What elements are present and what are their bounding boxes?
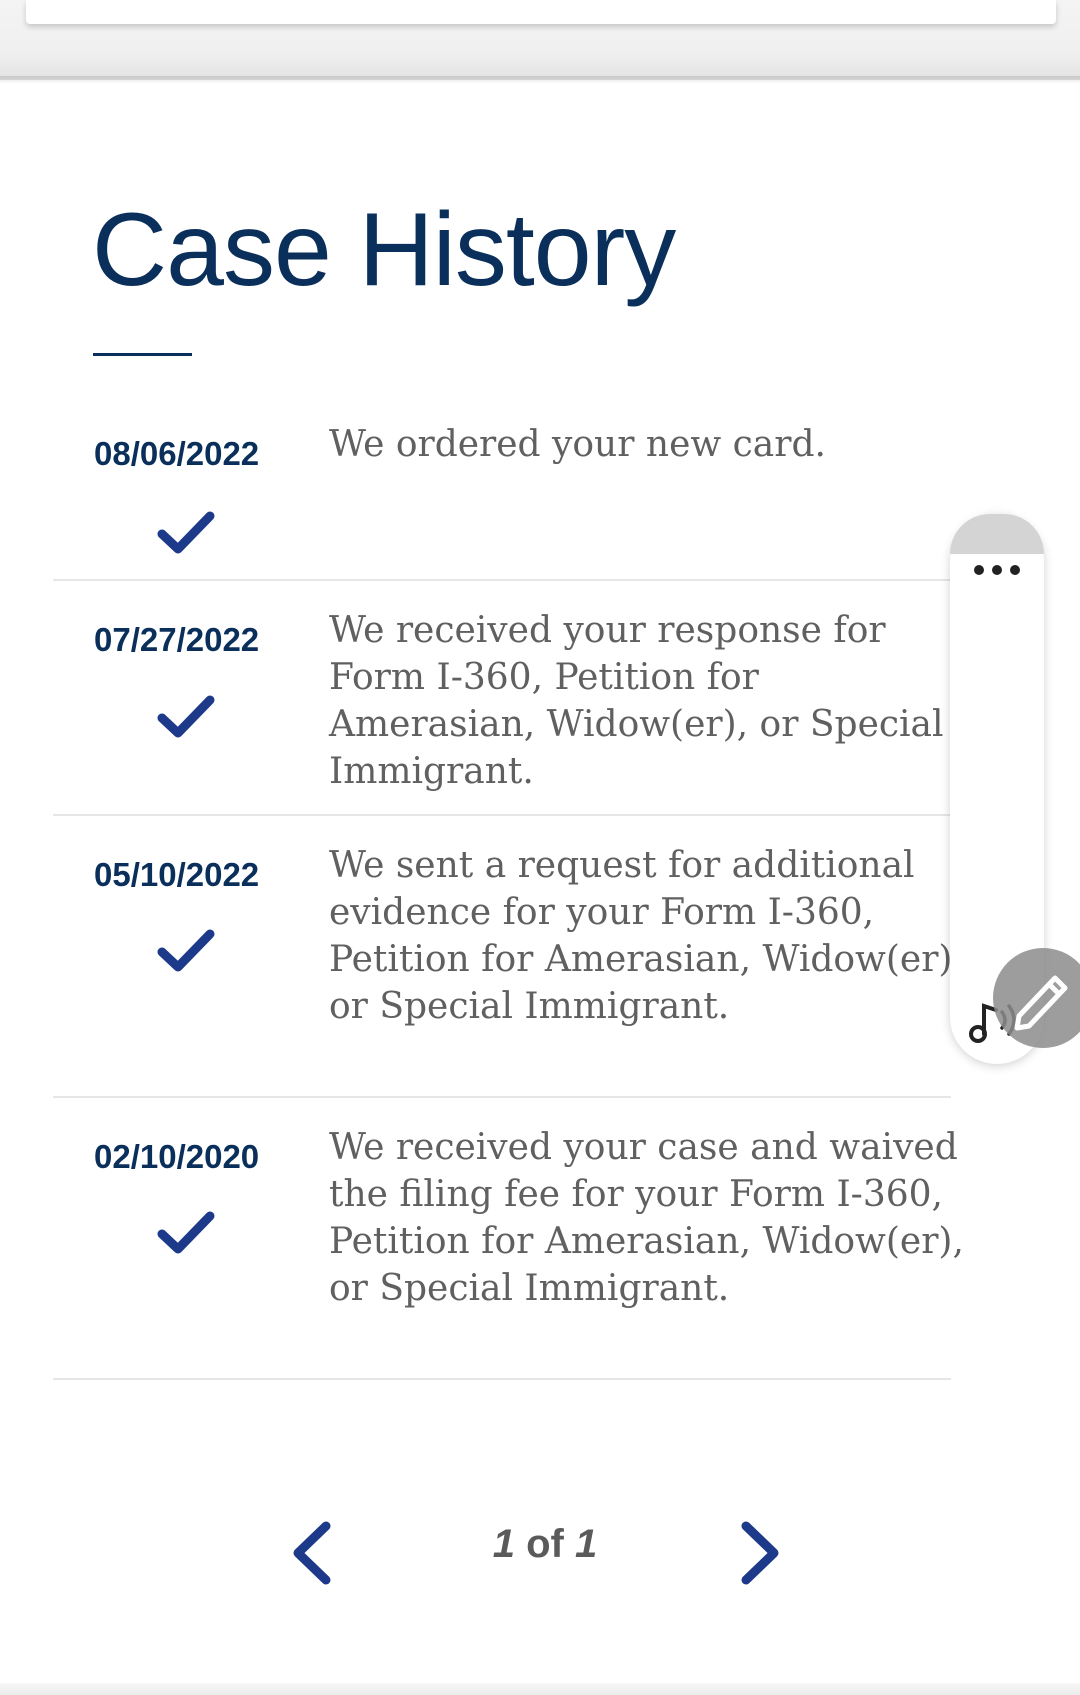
page-indicator: 1 of 1	[460, 1522, 630, 1567]
toolbar-handle[interactable]	[950, 514, 1044, 554]
history-date: 02/10/2020	[94, 1138, 260, 1175]
history-description: We ordered your new card.	[329, 424, 826, 465]
history-row: 08/06/2022 We ordered your new card.	[53, 395, 951, 581]
edit-button[interactable]	[993, 948, 1080, 1048]
history-description: We received your response for Form I-360…	[329, 610, 944, 792]
checkmark-icon	[157, 929, 215, 972]
chevron-left-icon[interactable]	[282, 1518, 342, 1588]
page-separator: of	[526, 1522, 575, 1566]
pagination: 1 of 1	[0, 1500, 1080, 1600]
history-row: 05/10/2022 We sent a request for additio…	[53, 816, 964, 1098]
history-row: 02/10/2020 We received your case and wai…	[53, 1098, 964, 1380]
case-history-list: 08/06/2022 We ordered your new card. 07/…	[53, 395, 964, 1380]
checkmark-icon	[157, 511, 215, 554]
previous-card-edge	[26, 0, 1056, 24]
footer-band	[0, 1683, 1080, 1695]
title-underline	[93, 353, 192, 356]
pencil-icon	[1014, 975, 1068, 1031]
history-date: 05/10/2022	[94, 856, 260, 893]
more-dots-icon[interactable]	[969, 552, 1025, 588]
page-title: Case History	[92, 192, 676, 308]
history-row: 07/27/2022 We received your response for…	[53, 581, 951, 816]
history-description: We sent a request for additional evidenc…	[329, 845, 964, 1027]
history-description: We received your case and waived the fil…	[329, 1127, 964, 1309]
total-pages: 1	[575, 1522, 598, 1566]
current-page: 1	[492, 1522, 515, 1566]
chevron-right-icon[interactable]	[730, 1518, 790, 1588]
history-date: 07/27/2022	[94, 621, 260, 658]
checkmark-icon	[157, 1211, 215, 1254]
history-date: 08/06/2022	[94, 435, 260, 472]
checkmark-icon	[157, 695, 215, 738]
section-divider-shadow	[0, 76, 1080, 84]
